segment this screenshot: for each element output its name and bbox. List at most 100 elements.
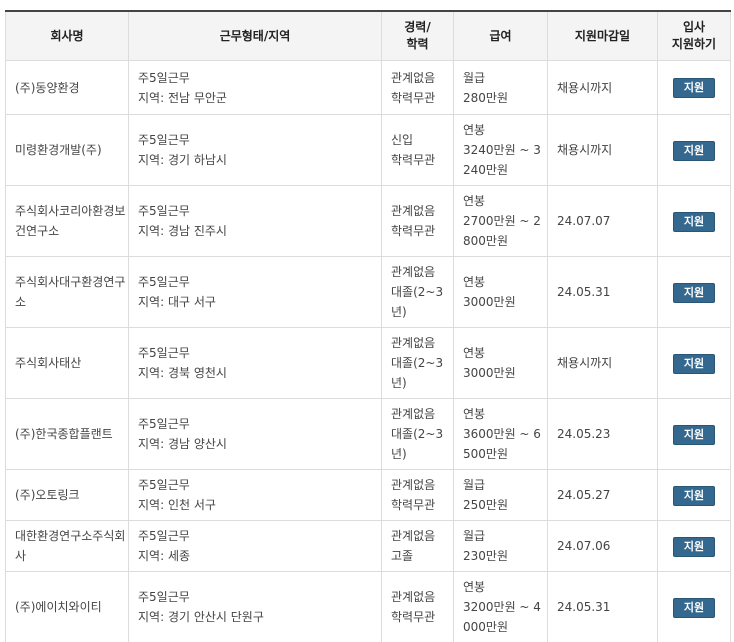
education: 학력무관 — [391, 90, 436, 105]
career-cell: 관계없음 고졸 — [381, 520, 454, 572]
company-cell: 미령환경개발(주) — [5, 114, 129, 186]
table-row: 대한환경연구소주식회사 주5일근무 지역: 세종 관계없음 고졸 월급 230만원 24.07… — [5, 520, 731, 572]
company-name[interactable]: 주식회사대구환경연구소 — [15, 272, 128, 312]
deadline-cell: 채용시까지 — [547, 114, 658, 186]
region: 지역: 경남 양산시 — [138, 437, 227, 451]
company-cell: 주식회사대구환경연구소 — [5, 256, 129, 328]
salary-cell: 연봉 3600만원 ~ 6500만원 — [453, 398, 548, 470]
region: 지역: 경기 하남시 — [138, 153, 227, 167]
region: 지역: 인천 서구 — [138, 498, 216, 512]
education: 대졸(2~3년) — [391, 356, 444, 390]
salary-amount: 3600만원 ~ 6500만원 — [463, 427, 541, 461]
header-salary: 급여 — [453, 10, 548, 61]
job-listing-page: 회사명 근무형태/지역 경력/ 학력 급여 지원마감일 입사 지원하기 (주)동… — [0, 0, 734, 642]
deadline-cell: 24.05.31 — [547, 571, 658, 642]
career-cell: 신입 학력무관 — [381, 114, 454, 186]
education: 대졸(2~3년) — [391, 285, 444, 319]
education: 학력무관 — [391, 153, 436, 167]
company-cell: 주식회사코리아환경보건연구소 — [5, 185, 129, 257]
career: 관계없음 — [391, 478, 436, 492]
salary-amount: 280만원 — [463, 90, 508, 105]
deadline: 24.07.07 — [557, 214, 611, 228]
apply-button[interactable]: 지원 — [672, 282, 716, 303]
company-name[interactable]: (주)동양환경 — [15, 78, 128, 98]
apply-button[interactable]: 지원 — [672, 78, 716, 98]
salary-type: 연봉 — [463, 275, 486, 289]
deadline: 채용시까지 — [557, 80, 613, 95]
salary-type: 월급 — [463, 70, 486, 85]
header-apply-line1: 입사 — [682, 20, 706, 34]
company-cell: (주)에이치와이티 — [5, 571, 129, 642]
apply-cell: 지원 — [657, 185, 731, 257]
apply-cell: 지원 — [657, 114, 731, 186]
work-type-cell: 주5일근무 지역: 경북 영천시 — [128, 327, 382, 399]
apply-button[interactable]: 지원 — [672, 597, 716, 618]
company-cell: (주)오토링크 — [5, 469, 129, 521]
table-row: (주)에이치와이티 주5일근무 지역: 경기 안산시 단원구 관계없음 학력무관 연봉 32… — [5, 571, 731, 642]
apply-button[interactable]: 지원 — [672, 140, 716, 161]
company-name[interactable]: (주)에이치와이티 — [15, 597, 128, 617]
deadline-cell: 24.07.06 — [547, 520, 658, 572]
apply-cell: 지원 — [657, 256, 731, 328]
salary-amount: 3200만원 ~ 4000만원 — [463, 600, 541, 634]
header-apply-line2: 지원하기 — [671, 37, 717, 51]
apply-button[interactable]: 지원 — [672, 211, 716, 232]
company-cell: (주)한국종합플랜트 — [5, 398, 129, 470]
education: 학력무관 — [391, 610, 436, 624]
salary-amount: 3000만원 — [463, 295, 516, 309]
deadline: 24.05.31 — [557, 285, 611, 299]
salary-cell: 월급 230만원 — [453, 520, 548, 572]
region: 지역: 세종 — [138, 549, 191, 563]
deadline: 채용시까지 — [557, 356, 613, 370]
header-career-line1: 경력/ — [404, 20, 431, 34]
apply-cell: 지원 — [657, 327, 731, 399]
salary-type: 연봉 — [463, 194, 486, 208]
company-cell: 주식회사태산 — [5, 327, 129, 399]
salary-amount: 3240만원 ~ 3240만원 — [463, 143, 541, 177]
career: 관계없음 — [391, 336, 436, 350]
region: 지역: 경남 진주시 — [138, 224, 227, 238]
apply-button[interactable]: 지원 — [672, 424, 716, 445]
salary-amount: 230만원 — [463, 549, 508, 563]
work-type-cell: 주5일근무 지역: 경남 양산시 — [128, 398, 382, 470]
salary-type: 연봉 — [463, 580, 486, 594]
career-cell: 관계없음 학력무관 — [381, 469, 454, 521]
deadline: 채용시까지 — [557, 143, 613, 157]
education: 대졸(2~3년) — [391, 427, 444, 461]
company-name[interactable]: 주식회사태산 — [15, 353, 128, 373]
career-cell: 관계없음대졸(2~3년) — [381, 327, 454, 399]
header-career-line2: 학력 — [406, 37, 429, 51]
deadline: 24.05.31 — [557, 600, 611, 614]
salary-cell: 연봉 3200만원 ~ 4000만원 — [453, 571, 548, 642]
apply-button[interactable]: 지원 — [672, 485, 716, 506]
career-cell: 관계없음 대졸(2~3년) — [381, 398, 454, 470]
region: 지역: 경기 안산시 단원구 — [138, 610, 264, 624]
apply-button[interactable]: 지원 — [672, 353, 716, 374]
deadline: 24.05.23 — [557, 427, 611, 441]
work-type-cell: 주5일근무 지역: 세종 — [128, 520, 382, 572]
table-row: 주식회사코리아환경보건연구소 주5일근무 지역: 경남 진주시 관계없음 학력무관 연봉 2… — [5, 185, 731, 257]
deadline-cell: 채용시까지 — [547, 327, 658, 399]
company-name[interactable]: (주)오토링크 — [15, 485, 128, 505]
apply-cell: 지원 — [657, 60, 731, 115]
company-name[interactable]: (주)한국종합플랜트 — [15, 424, 128, 444]
salary-amount: 3000만원 — [463, 366, 516, 380]
apply-cell: 지원 — [657, 571, 731, 642]
salary-type: 월급 — [463, 478, 486, 492]
deadline-cell: 24.05.27 — [547, 469, 658, 521]
career-cell: 관계없음 대졸(2~3년) — [381, 256, 454, 328]
salary-cell: 연봉 3000만원 — [453, 327, 548, 399]
work-type: 주5일근무 — [138, 275, 190, 289]
company-name[interactable]: 주식회사코리아환경보건연구소 — [15, 201, 128, 241]
company-name[interactable]: 대한환경연구소주식회사 — [15, 526, 128, 566]
salary-type: 연봉 — [463, 346, 486, 360]
company-name[interactable]: 미령환경개발(주) — [15, 140, 128, 160]
education: 고졸 — [391, 549, 414, 563]
deadline-cell: 채용시까지 — [547, 60, 658, 115]
career: 관계없음 — [391, 204, 436, 218]
deadline-cell: 24.07.07 — [547, 185, 658, 257]
header-deadline: 지원마감일 — [547, 10, 658, 61]
apply-button[interactable]: 지원 — [672, 536, 716, 557]
work-type-cell: 주5일근무 지역: 경기 하남시 — [128, 114, 382, 186]
header-career: 경력/ 학력 — [381, 10, 454, 61]
